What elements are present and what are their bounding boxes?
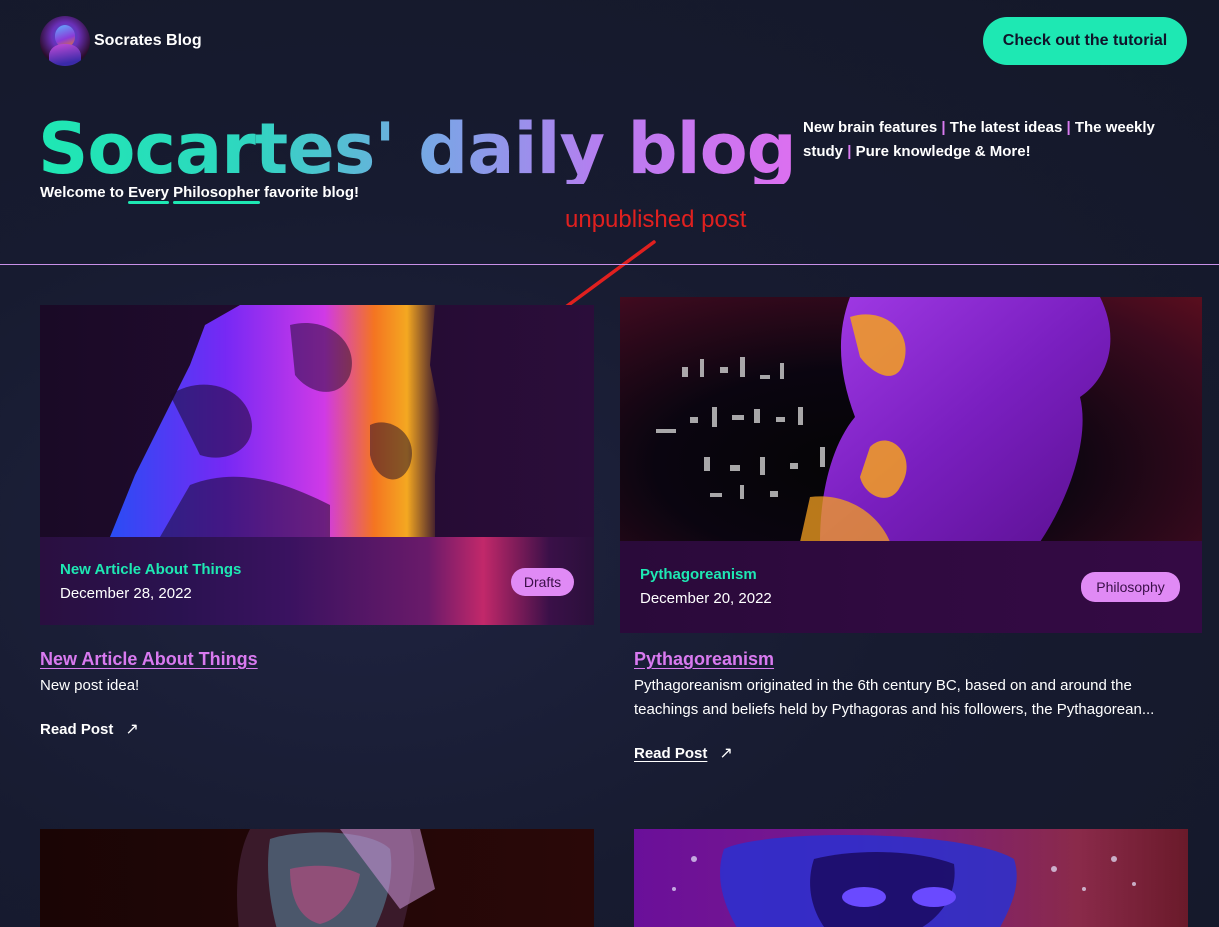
hero-tagline: New brain features | The latest ideas | … xyxy=(803,116,1193,164)
header-divider xyxy=(0,264,1219,265)
hero-subtitle: Welcome to Every Philosopher favorite bl… xyxy=(40,184,359,201)
post-cover-image[interactable]: New Article About Things December 28, 20… xyxy=(40,305,594,625)
read-post-label: Read Post xyxy=(40,720,114,738)
hero-title: Socartes' daily blog xyxy=(38,104,796,184)
read-post-label: Read Post xyxy=(634,744,708,762)
subtitle-word-every: Every xyxy=(128,184,169,201)
tutorial-button[interactable]: Check out the tutorial xyxy=(983,17,1187,65)
tagline-item: Pure knowledge & More! xyxy=(855,143,1031,160)
post-title-link[interactable]: Pythagoreanism xyxy=(634,649,774,670)
post-excerpt-line: Pythagoreanism originated in the 6th cen… xyxy=(634,677,1132,694)
socrates-avatar xyxy=(40,16,90,66)
post-date: December 20, 2022 xyxy=(640,590,772,607)
site-header: Socrates Blog Check out the tutorial xyxy=(0,0,1219,84)
subtitle-suffix: favorite blog! xyxy=(259,184,359,201)
post-excerpt: Pythagoreanism originated in the 6th cen… xyxy=(634,674,1154,722)
tagline-separator: | xyxy=(847,143,852,160)
post-cover-image[interactable]: Pythagoreanism December 20, 2022 Philoso… xyxy=(620,297,1202,633)
post-excerpt: New post idea! xyxy=(40,677,140,694)
category-badge[interactable]: Drafts xyxy=(511,568,574,596)
annotation-label: unpublished post xyxy=(565,206,747,233)
tagline-item: The latest ideas xyxy=(949,119,1063,136)
subtitle-prefix: Welcome to xyxy=(40,184,129,201)
read-post-link[interactable]: Read Post ↗ xyxy=(634,743,733,763)
philosopher-art-image xyxy=(237,829,435,927)
post-date: December 28, 2022 xyxy=(60,585,192,602)
overlay-title: Pythagoreanism xyxy=(640,566,757,583)
post-overlay: Pythagoreanism December 20, 2022 Philoso… xyxy=(620,541,1202,633)
post-title-link[interactable]: New Article About Things xyxy=(40,649,258,670)
read-post-link[interactable]: Read Post ↗ xyxy=(40,719,139,739)
subtitle-word-philosopher: Philosopher xyxy=(173,184,260,201)
arrow-up-right-icon: ↗ xyxy=(719,745,733,762)
tagline-separator: | xyxy=(941,119,946,136)
arrow-up-right-icon: ↗ xyxy=(125,721,139,738)
category-badge[interactable]: Philosophy xyxy=(1081,572,1180,602)
tagline-separator: | xyxy=(1066,119,1071,136)
brand-name: Socrates Blog xyxy=(94,32,202,49)
home-link[interactable]: Socrates Blog xyxy=(40,16,202,66)
post-cover-image[interactable] xyxy=(634,829,1188,927)
post-cover-image[interactable] xyxy=(40,829,594,927)
post-overlay: New Article About Things December 28, 20… xyxy=(40,537,594,625)
philosopher-art-image xyxy=(672,835,1136,927)
post-excerpt-line: teachings and beliefs held by Pythagoras… xyxy=(634,701,1155,718)
overlay-title: New Article About Things xyxy=(60,561,242,578)
tagline-item: New brain features xyxy=(803,119,938,136)
